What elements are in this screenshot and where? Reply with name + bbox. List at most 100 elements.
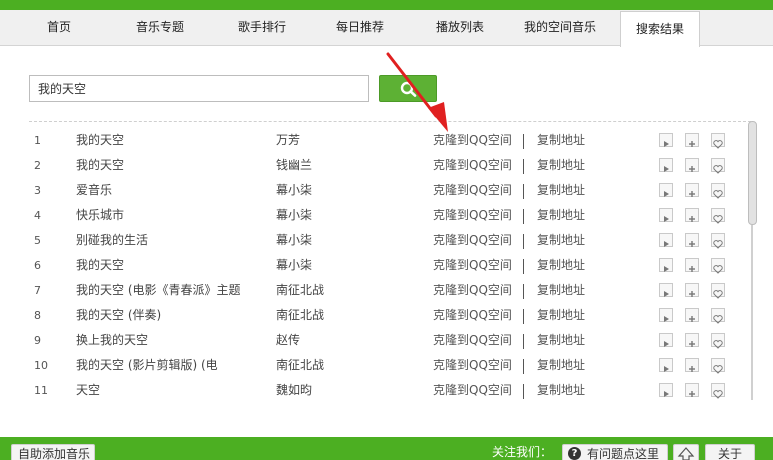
clone-to-qq-link[interactable]: 克隆到QQ空间 [433, 203, 512, 228]
copy-address-link[interactable]: 复制地址 [537, 178, 585, 203]
clone-to-qq-link[interactable]: 克隆到QQ空间 [433, 353, 512, 378]
scrollbar-track[interactable] [751, 225, 753, 400]
result-artist[interactable]: 南征北战 [276, 303, 324, 328]
add-button[interactable] [685, 258, 699, 272]
play-button[interactable] [659, 333, 673, 347]
tab-home[interactable]: 首页 [0, 10, 118, 46]
copy-address-link[interactable]: 复制地址 [537, 203, 585, 228]
add-button[interactable] [685, 383, 699, 397]
heart-icon [713, 290, 723, 299]
result-title[interactable]: 天空 [76, 378, 266, 400]
clone-to-qq-link[interactable]: 克隆到QQ空间 [433, 178, 512, 203]
copy-address-link[interactable]: 复制地址 [537, 253, 585, 278]
result-title[interactable]: 我的天空 [76, 153, 266, 178]
annotation-arrow-icon [386, 52, 448, 132]
play-icon [664, 266, 669, 272]
add-button[interactable] [685, 133, 699, 147]
tab-daily-picks[interactable]: 每日推荐 [318, 10, 402, 46]
result-artist[interactable]: 幕小柒 [276, 228, 312, 253]
result-artist[interactable]: 幕小柒 [276, 203, 312, 228]
clone-to-qq-link[interactable]: 克隆到QQ空间 [433, 253, 512, 278]
copy-address-link[interactable]: 复制地址 [537, 228, 585, 253]
tab-search-results[interactable]: 搜索结果 [620, 11, 700, 47]
add-button[interactable] [685, 208, 699, 222]
copy-address-link[interactable]: 复制地址 [537, 328, 585, 353]
tab-music-topics[interactable]: 音乐专题 [118, 10, 202, 46]
plus-icon [689, 391, 695, 397]
favorite-button[interactable] [711, 233, 725, 249]
copy-address-link[interactable]: 复制地址 [537, 278, 585, 303]
play-button[interactable] [659, 283, 673, 297]
clone-to-qq-link[interactable]: 克隆到QQ空间 [433, 278, 512, 303]
add-button[interactable] [685, 358, 699, 372]
favorite-button[interactable] [711, 383, 725, 399]
play-button[interactable] [659, 208, 673, 222]
clone-to-qq-link[interactable]: 克隆到QQ空间 [433, 328, 512, 353]
play-button[interactable] [659, 158, 673, 172]
favorite-button[interactable] [711, 133, 725, 149]
result-number: 8 [34, 309, 41, 322]
play-button[interactable] [659, 383, 673, 397]
play-button[interactable] [659, 233, 673, 247]
play-button[interactable] [659, 358, 673, 372]
add-button[interactable] [685, 233, 699, 247]
result-title[interactable]: 快乐城市 [76, 203, 266, 228]
add-button[interactable] [685, 183, 699, 197]
result-title[interactable]: 爱音乐 [76, 178, 266, 203]
copy-address-link[interactable]: 复制地址 [537, 303, 585, 328]
result-number: 4 [34, 209, 41, 222]
play-button[interactable] [659, 133, 673, 147]
favorite-button[interactable] [711, 283, 725, 299]
add-button[interactable] [685, 158, 699, 172]
result-artist[interactable]: 南征北战 [276, 353, 324, 378]
copy-address-link[interactable]: 复制地址 [537, 153, 585, 178]
copy-address-link[interactable]: 复制地址 [537, 128, 585, 153]
result-artist[interactable]: 万芳 [276, 128, 300, 153]
tab-artist-ranking[interactable]: 歌手排行 [220, 10, 304, 46]
result-artist[interactable]: 幕小柒 [276, 253, 312, 278]
about-button[interactable]: 关于 [705, 444, 755, 460]
tab-my-space-music[interactable]: 我的空间音乐 [514, 10, 606, 46]
favorite-button[interactable] [711, 183, 725, 199]
result-title[interactable]: 我的天空 [76, 253, 266, 278]
clone-to-qq-link[interactable]: 克隆到QQ空间 [433, 228, 512, 253]
result-artist[interactable]: 赵传 [276, 328, 300, 353]
result-artist[interactable]: 魏如昀 [276, 378, 312, 400]
result-row: 6 我的天空 幕小柒 克隆到QQ空间 复制地址 [29, 253, 743, 278]
favorite-button[interactable] [711, 333, 725, 349]
tab-playlist[interactable]: 播放列表 [418, 10, 502, 46]
plus-icon [689, 191, 695, 197]
clone-to-qq-link[interactable]: 克隆到QQ空间 [433, 378, 512, 400]
result-title[interactable]: 我的天空 (电影《青春派》主题 [76, 278, 266, 303]
help-button[interactable]: ? 有问题点这里 [562, 444, 668, 460]
favorite-button[interactable] [711, 158, 725, 174]
play-icon [664, 366, 669, 372]
result-artist[interactable]: 幕小柒 [276, 178, 312, 203]
clone-to-qq-link[interactable]: 克隆到QQ空间 [433, 153, 512, 178]
favorite-button[interactable] [711, 308, 725, 324]
add-button[interactable] [685, 283, 699, 297]
top-green-bar [0, 0, 773, 10]
result-title[interactable]: 换上我的天空 [76, 328, 266, 353]
favorite-button[interactable] [711, 358, 725, 374]
search-input[interactable] [29, 75, 369, 102]
copy-address-link[interactable]: 复制地址 [537, 378, 585, 400]
play-button[interactable] [659, 258, 673, 272]
favorite-button[interactable] [711, 208, 725, 224]
result-artist[interactable]: 钱幽兰 [276, 153, 312, 178]
play-button[interactable] [659, 308, 673, 322]
result-title[interactable]: 别碰我的生活 [76, 228, 266, 253]
favorite-button[interactable] [711, 258, 725, 274]
result-artist[interactable]: 南征北战 [276, 278, 324, 303]
add-button[interactable] [685, 333, 699, 347]
add-button[interactable] [685, 308, 699, 322]
result-title[interactable]: 我的天空 (影片剪辑版) (电 [76, 353, 266, 378]
scrollbar-thumb[interactable] [748, 121, 757, 225]
home-up-button[interactable] [673, 444, 699, 460]
clone-to-qq-link[interactable]: 克隆到QQ空间 [433, 303, 512, 328]
play-button[interactable] [659, 183, 673, 197]
result-title[interactable]: 我的天空 [76, 128, 266, 153]
result-title[interactable]: 我的天空 (伴奏) [76, 303, 266, 328]
add-music-button[interactable]: 自助添加音乐 [11, 444, 95, 460]
copy-address-link[interactable]: 复制地址 [537, 353, 585, 378]
